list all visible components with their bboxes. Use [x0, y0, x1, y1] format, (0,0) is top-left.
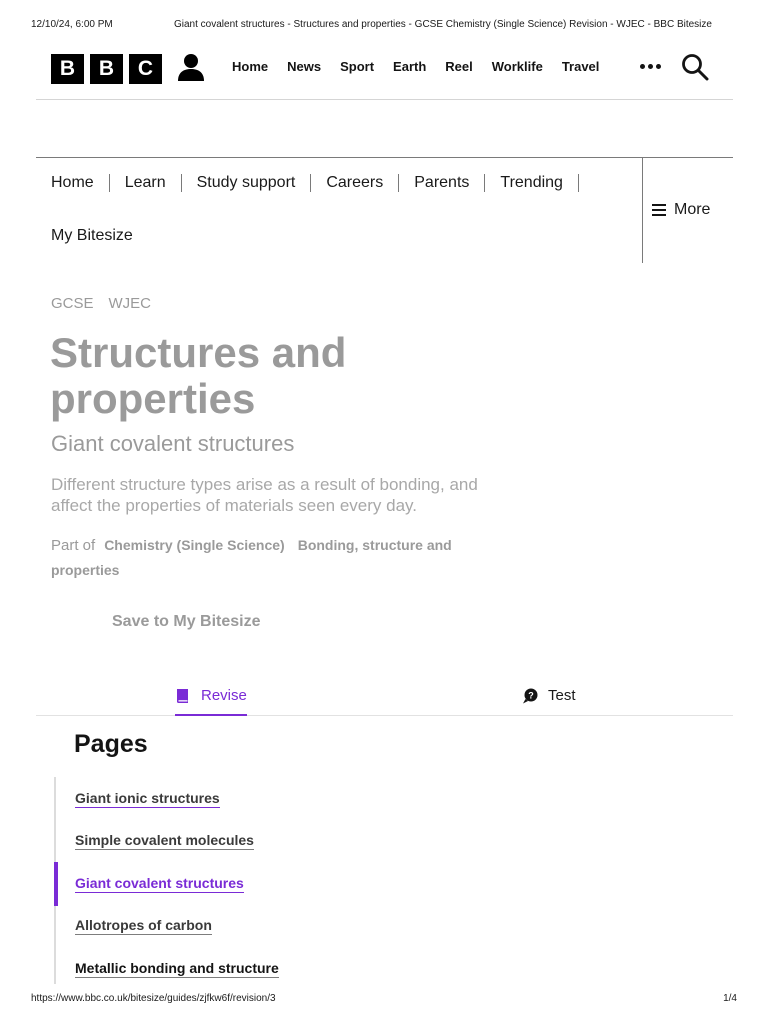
bbc-top-nav: Home News Sport Earth Reel Worklife Trav… — [232, 59, 599, 74]
nav-separator — [398, 174, 400, 192]
top-nav-travel[interactable]: Travel — [562, 59, 600, 74]
tab-test-label: Test — [548, 687, 576, 704]
bbc-logo-block: C — [129, 54, 162, 84]
more-label: More — [674, 201, 711, 218]
page-description: Different structure types arise as a res… — [51, 475, 478, 515]
bitesize-nav: Home Learn Study support Careers Parents… — [36, 158, 643, 263]
page-title: Structures and properties — [50, 329, 347, 422]
print-page-title: Giant covalent structures - Structures a… — [174, 19, 712, 30]
page-link-allotropes-of-carbon[interactable]: Allotropes of carbon — [75, 917, 212, 935]
top-nav-sport[interactable]: Sport — [340, 59, 374, 74]
bbc-logo-block: B — [51, 54, 84, 84]
print-header: 12/10/24, 6:00 PM Giant covalent structu… — [31, 19, 737, 33]
save-to-my-bitesize-button[interactable]: Save to My Bitesize — [112, 613, 261, 631]
bbc-logo[interactable]: B B C — [51, 54, 162, 84]
top-nav-reel[interactable]: Reel — [445, 59, 472, 74]
account-icon[interactable] — [176, 52, 206, 82]
breadcrumb: GCSE WJEC — [51, 295, 151, 312]
bbc-logo-block: B — [90, 54, 123, 84]
hamburger-icon — [652, 204, 666, 216]
part-of: Part of Chemistry (Single Science) Bonding… — [51, 533, 511, 582]
page-link-giant-ionic-structures[interactable]: Giant ionic structures — [75, 790, 220, 808]
page-link-simple-covalent-molecules[interactable]: Simple covalent molecules — [75, 832, 254, 850]
bitesize-nav-learn[interactable]: Learn — [125, 174, 166, 192]
divider — [36, 99, 733, 100]
print-url: https://www.bbc.co.uk/bitesize/guides/zj… — [31, 993, 276, 1004]
nav-separator — [180, 174, 182, 192]
top-nav-worklife[interactable]: Worklife — [492, 59, 543, 74]
current-page-indicator — [54, 862, 58, 906]
page-link-metallic-bonding[interactable]: Metallic bonding and structure — [75, 960, 279, 978]
breadcrumb-wjec[interactable]: WJEC — [109, 295, 152, 312]
question-bubble-icon: ? — [523, 688, 538, 703]
tab-revise[interactable]: Revise — [175, 684, 247, 716]
tab-revise-label: Revise — [201, 687, 247, 704]
top-nav-home[interactable]: Home — [232, 59, 268, 74]
bitesize-nav-my-bitesize[interactable]: My Bitesize — [51, 227, 133, 245]
nav-separator — [577, 174, 579, 192]
bitesize-nav-more-container: More — [642, 158, 733, 263]
bitesize-nav-trending[interactable]: Trending — [500, 174, 563, 192]
top-nav-earth[interactable]: Earth — [393, 59, 426, 74]
page-link-giant-covalent-structures[interactable]: Giant covalent structures — [75, 875, 244, 893]
more-menu-button[interactable]: More — [652, 201, 710, 219]
tab-bar: Revise ? Test — [36, 676, 733, 716]
bitesize-nav-home[interactable]: Home — [51, 174, 94, 192]
print-datetime: 12/10/24, 6:00 PM — [31, 19, 113, 30]
search-icon[interactable] — [681, 53, 709, 81]
part-of-label: Part of — [51, 537, 96, 554]
bbc-masthead: B B C Home News Sport Earth Reel Worklif… — [51, 46, 734, 90]
bitesize-nav-study-support[interactable]: Study support — [197, 174, 296, 192]
part-of-link-course[interactable]: Chemistry (Single Science) — [104, 537, 285, 553]
nav-separator — [484, 174, 486, 192]
bitesize-nav-careers[interactable]: Careers — [326, 174, 383, 192]
pages-heading: Pages — [74, 730, 148, 758]
bitesize-nav-row: My Bitesize — [51, 227, 133, 245]
print-page-count: 1/4 — [723, 993, 737, 1004]
svg-text:?: ? — [528, 690, 534, 700]
nav-separator — [108, 174, 110, 192]
breadcrumb-gcse[interactable]: GCSE — [51, 295, 94, 312]
page-subtitle: Giant covalent structures — [51, 431, 295, 456]
more-dots-icon[interactable] — [640, 64, 662, 70]
nav-separator — [310, 174, 312, 192]
bitesize-nav-parents[interactable]: Parents — [414, 174, 469, 192]
top-nav-news[interactable]: News — [287, 59, 321, 74]
book-icon — [177, 688, 188, 703]
tab-test[interactable]: ? Test — [522, 684, 576, 714]
pages-list: Giant ionic structures Simple covalent m… — [54, 777, 454, 984]
bitesize-nav-row: Home Learn Study support Careers Parents… — [51, 174, 594, 192]
